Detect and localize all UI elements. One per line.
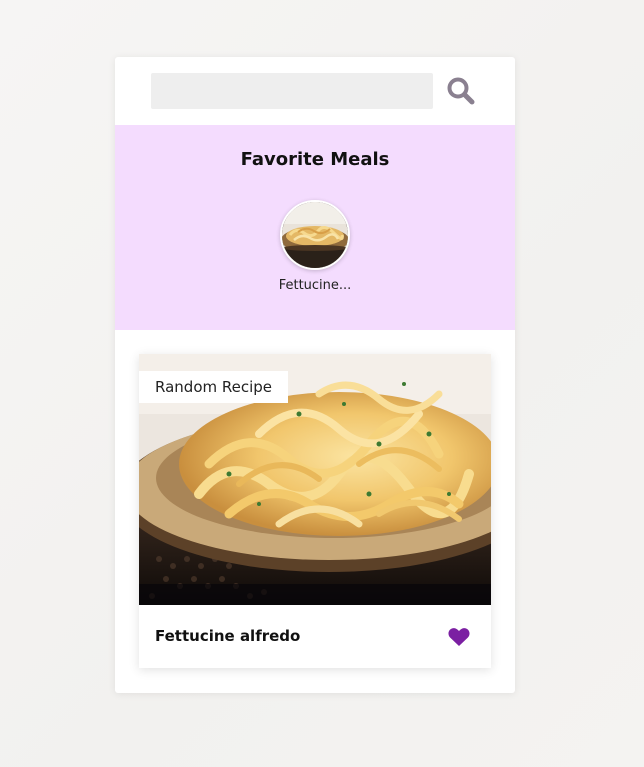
heart-icon: [448, 627, 470, 646]
favorite-meal-thumbnail[interactable]: [280, 200, 350, 270]
random-meal-card: Random Recipe Fettucine alfredo: [139, 354, 491, 668]
search-input[interactable]: [151, 73, 433, 109]
pasta-thumbnail: [282, 202, 348, 268]
search-bar: [115, 57, 515, 125]
favorite-meals-section: Favorite Meals Fettucine...: [115, 125, 515, 330]
favorite-meal-name[interactable]: Fettucine...: [265, 278, 365, 293]
meal-name: Fettucine alfredo: [155, 627, 301, 645]
favorite-button[interactable]: [445, 625, 473, 651]
random-recipe-tag: Random Recipe: [139, 371, 289, 403]
meal-photo: Random Recipe: [139, 354, 491, 605]
search-icon: [447, 77, 475, 105]
meal-app-card: Favorite Meals Fettucine... Random Recip…: [115, 57, 515, 693]
search-button[interactable]: [445, 75, 477, 107]
meal-body: Fettucine alfredo: [139, 605, 491, 668]
favorite-meal-item[interactable]: Fettucine...: [265, 200, 365, 293]
favorite-meals-title: Favorite Meals: [240, 149, 390, 170]
